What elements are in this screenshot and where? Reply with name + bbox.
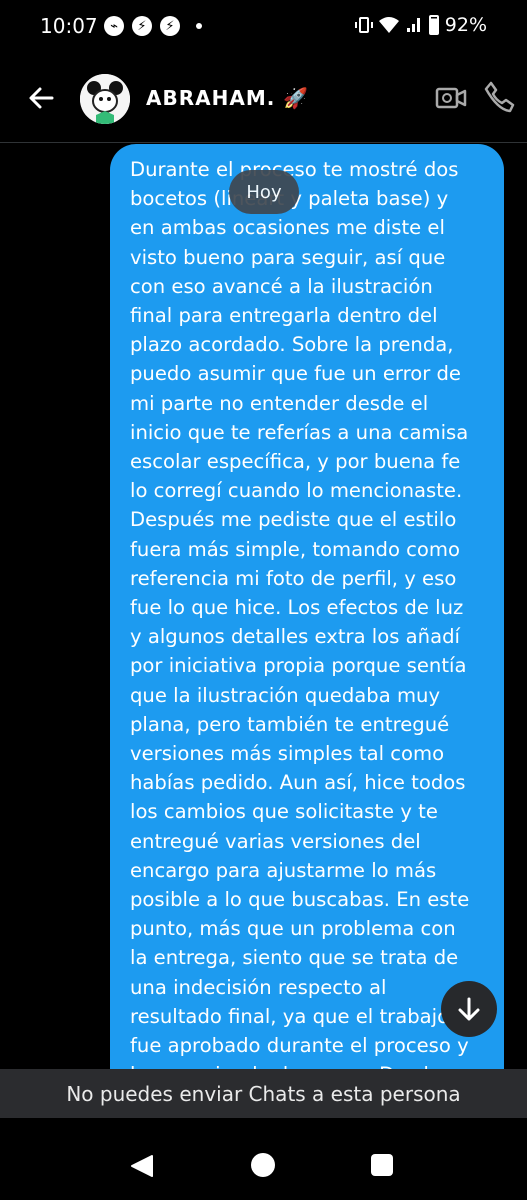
status-bar: 10:07 ⌁ ⚡ ⚡ 92% <box>0 0 527 56</box>
avatar[interactable] <box>80 74 130 124</box>
messenger-icon: ⚡ <box>132 16 152 36</box>
messenger-icon: ⚡ <box>160 16 180 36</box>
system-nav-bar <box>0 1128 527 1200</box>
notification-icons: ⌁ ⚡ ⚡ <box>104 16 202 36</box>
message-bubble[interactable]: Durante el proceso te mostré dos bocetos… <box>110 144 504 1070</box>
wifi-icon <box>378 17 399 33</box>
battery-percent: 92% <box>444 14 487 36</box>
blocked-notice: No puedes enviar Chats a esta persona <box>0 1069 527 1118</box>
video-camera-icon[interactable] <box>435 82 467 114</box>
arrow-left-icon[interactable] <box>24 80 60 116</box>
message-text: Durante el proceso te mostré dos bocetos… <box>130 158 470 1070</box>
date-chip: Hoy <box>229 170 299 214</box>
chat-header: ABRAHAM. 🚀 <box>0 56 527 143</box>
back-triangle-icon[interactable] <box>130 1154 154 1178</box>
vibrate-icon <box>354 17 373 33</box>
arrow-down-icon <box>458 997 480 1021</box>
home-circle-icon[interactable] <box>251 1153 275 1177</box>
phone-icon[interactable] <box>483 80 517 114</box>
battery-icon <box>428 15 439 35</box>
status-time: 10:07 <box>40 14 98 38</box>
more-notifications-dot <box>196 23 202 29</box>
signal-icon <box>406 18 420 32</box>
game-controller-icon: ⌁ <box>104 16 124 36</box>
system-icons: 92% <box>354 14 487 36</box>
scroll-to-bottom-button[interactable] <box>441 981 497 1037</box>
contact-name[interactable]: ABRAHAM. 🚀 <box>146 86 309 110</box>
recents-square-icon[interactable] <box>371 1154 393 1176</box>
